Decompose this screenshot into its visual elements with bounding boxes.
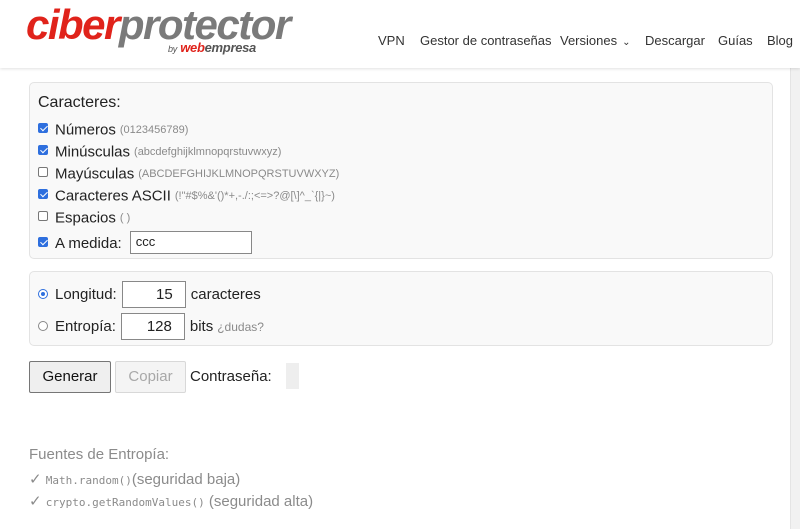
entropy-label: Entropía: xyxy=(55,318,116,335)
chevron-down-icon: ⌄ xyxy=(622,37,631,48)
option-label: A medida: xyxy=(55,235,122,252)
checkbox-icon[interactable] xyxy=(38,188,48,199)
option-label: Caracteres ASCII xyxy=(55,187,171,205)
source-code: crypto.getRandomValues() xyxy=(45,496,205,509)
check-icon: ✓ xyxy=(29,493,42,510)
option-hint: (0123456789) xyxy=(119,123,189,136)
option-label: Espacios xyxy=(55,209,116,227)
main-nav: VPN Gestor de contraseñas Versiones ⌄ Des… xyxy=(0,33,800,49)
nav-item-descargar[interactable]: Descargar xyxy=(645,33,705,48)
length-row: Longitud: 15 caracteres xyxy=(38,281,261,309)
entropy-input[interactable]: 128 xyxy=(120,313,185,340)
password-label: Contraseña: xyxy=(190,368,272,385)
nav-item-gestor[interactable]: Gestor de contraseñas xyxy=(420,33,552,48)
option-a-medida[interactable]: A medida: ccc xyxy=(38,231,252,254)
nav-item-versiones[interactable]: Versiones ⌄ xyxy=(560,33,630,48)
entropy-suffix: bits xyxy=(189,318,214,335)
option-hint: (abcdefghijklmnopqrstuvwxyz) xyxy=(134,145,282,158)
size-panel: Longitud: 15 caracteres Entropía: 128 bits ¿d… xyxy=(29,271,773,346)
characters-panel: Caracteres: Números (0123456789) Minúscul… xyxy=(29,82,773,259)
characters-title: Caracteres: xyxy=(38,94,121,111)
nav-item-vpn[interactable]: VPN xyxy=(378,33,405,48)
length-input[interactable]: 15 xyxy=(121,281,186,308)
checkbox-icon[interactable] xyxy=(38,144,48,155)
nav-item-guias[interactable]: Guías xyxy=(718,33,753,48)
check-icon: ✓ xyxy=(29,471,42,488)
checkbox-icon[interactable] xyxy=(38,236,48,247)
source-code: Math.random() xyxy=(45,474,132,487)
option-label: Números xyxy=(55,121,116,139)
radio-icon[interactable] xyxy=(38,288,48,299)
option-label: Minúsculas xyxy=(55,143,131,161)
option-hint: (!"#$%&'()*+,-./:;<=>?@[\]^_`{|}~) xyxy=(174,189,335,202)
option-label: Mayúsculas xyxy=(55,165,135,183)
entropy-sources-title: Fuentes de Entropía: xyxy=(29,446,170,463)
copy-button[interactable]: Copiar xyxy=(115,361,186,393)
source-desc: (seguridad alta) xyxy=(208,493,314,510)
option-numeros[interactable]: Números (0123456789) xyxy=(38,121,188,141)
length-suffix: caracteres xyxy=(190,286,261,303)
source-desc: (seguridad baja) xyxy=(131,471,241,488)
option-mayusculas[interactable]: Mayúsculas (ABCDEFGHIJKLMNOPQRSTUVWXYZ) xyxy=(38,165,339,185)
length-label: Longitud: xyxy=(55,286,117,303)
option-minusculas[interactable]: Minúsculas (abcdefghijklmnopqrstuvwxyz) xyxy=(38,143,281,163)
option-ascii[interactable]: Caracteres ASCII (!"#$%&'()*+,-./:;<=>?@[… xyxy=(38,187,335,207)
checkbox-icon[interactable] xyxy=(38,210,48,221)
entropy-source-crypto: ✓ crypto.getRandomValues() (seguridad al… xyxy=(29,492,313,510)
option-espacios[interactable]: Espacios( ) xyxy=(38,209,130,229)
checkbox-icon[interactable] xyxy=(38,122,48,133)
custom-chars-input[interactable]: ccc xyxy=(129,231,252,254)
site-header: ciberprotector by webempresa VPN Gestor … xyxy=(0,0,800,68)
page-scrollbar[interactable] xyxy=(790,68,800,529)
radio-icon[interactable] xyxy=(38,320,48,331)
entropy-help-link[interactable]: ¿dudas? xyxy=(217,320,264,334)
checkbox-icon[interactable] xyxy=(38,166,48,177)
password-output[interactable] xyxy=(286,363,299,389)
nav-item-versiones-label: Versiones xyxy=(560,33,618,48)
entropy-row: Entropía: 128 bits ¿dudas? xyxy=(38,313,264,341)
nav-item-blog[interactable]: Blog xyxy=(767,33,793,48)
option-hint: (ABCDEFGHIJKLMNOPQRSTUVWXYZ) xyxy=(138,167,340,180)
entropy-source-math: ✓ Math.random()(seguridad baja) xyxy=(29,470,240,488)
generate-button[interactable]: Generar xyxy=(29,361,111,393)
option-hint: ( ) xyxy=(119,211,131,224)
